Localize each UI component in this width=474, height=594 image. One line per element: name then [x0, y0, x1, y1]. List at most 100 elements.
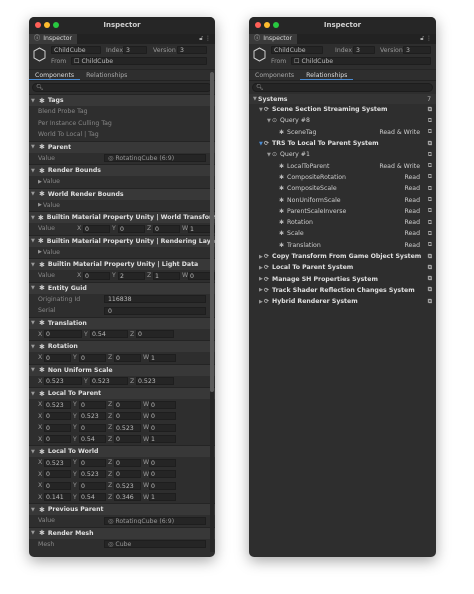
axis-value-field[interactable]: 0 [44, 423, 71, 432]
axis-value-field[interactable]: 0.54 [90, 330, 128, 339]
component-header[interactable]: ▼ ✱ Rotation [29, 340, 215, 352]
open-link-icon[interactable]: ⧉ [428, 185, 432, 193]
open-link-icon[interactable]: ⧉ [428, 286, 432, 294]
axis-value-field[interactable]: 0 [114, 400, 141, 409]
component-access-row[interactable]: ✱ SceneTag Read & Write ⧉ [249, 127, 436, 138]
axis-value-field[interactable]: 0 [118, 224, 145, 233]
component-header[interactable]: ▼ ✱ World Render Bounds [29, 187, 215, 200]
query-row[interactable]: ▼ ⊙ Query #1 ⧉ [249, 149, 436, 160]
axis-value-field[interactable]: 0 [114, 470, 141, 479]
open-link-icon[interactable]: ⧉ [428, 241, 432, 249]
component-search-input[interactable]: 🔍︎ [32, 83, 212, 92]
open-link-icon[interactable]: ⧉ [428, 230, 432, 238]
component-header[interactable]: ▼ ✱ Builtin Material Property Unity | Worl… [29, 211, 215, 223]
value-field[interactable]: 116838 [104, 295, 206, 304]
axis-value-field[interactable]: 0 [114, 412, 141, 421]
axis-value-field[interactable]: 0.523 [44, 377, 82, 386]
from-field[interactable]: ☐ ChildCube [71, 57, 207, 65]
tab-inspector[interactable]: ⓘ Inspector [29, 34, 78, 44]
component-header[interactable]: ▼ ✱ Non Uniform Scale [29, 363, 215, 376]
tab-components[interactable]: Components [29, 70, 81, 80]
axis-value-field[interactable]: 0 [44, 470, 71, 479]
open-link-icon[interactable]: ⧉ [428, 117, 432, 125]
tab-relationships[interactable]: Relationships [300, 70, 354, 80]
component-header[interactable]: ▼ ✱ Translation [29, 316, 215, 329]
minimize-button[interactable] [264, 22, 270, 28]
axis-value-field[interactable]: 0 [149, 400, 176, 409]
system-row[interactable]: ▶ ⟳ Copy Transform From Game Object System… [249, 251, 436, 262]
open-link-icon[interactable]: ⧉ [428, 196, 432, 204]
object-field[interactable]: ◎ RotatingCube (6:9) [104, 154, 206, 163]
vertical-scrollbar[interactable] [210, 72, 214, 552]
axis-value-field[interactable]: 0 [79, 458, 106, 467]
close-button[interactable] [255, 22, 261, 28]
axis-value-field[interactable]: 0 [114, 458, 141, 467]
axis-value-field[interactable]: 0 [44, 481, 71, 490]
component-access-row[interactable]: ✱ ParentScaleInverse Read ⧉ [249, 206, 436, 217]
axis-value-field[interactable]: 0.523 [114, 423, 141, 432]
axis-value-field[interactable]: 1 [149, 493, 176, 502]
entity-name-field[interactable]: ChildCube [271, 46, 323, 54]
axis-value-field[interactable]: 0 [136, 330, 174, 339]
axis-value-field[interactable]: 0 [79, 353, 106, 362]
open-link-icon[interactable]: ⧉ [428, 207, 432, 215]
lock-icon[interactable]: 🔓︎ [420, 35, 424, 42]
axis-value-field[interactable]: 0 [149, 470, 176, 479]
component-header[interactable]: ▼ ✱ Builtin Material Property Unity | Rend… [29, 234, 215, 247]
component-header[interactable]: ▼ ✱ Render Mesh [29, 526, 215, 539]
open-link-icon[interactable]: ⧉ [428, 264, 432, 272]
axis-value-field[interactable]: 0 [44, 412, 71, 421]
open-link-icon[interactable]: ⧉ [428, 275, 432, 283]
axis-value-field[interactable]: 0 [79, 423, 106, 432]
component-header[interactable]: ▼ ✱ Local To Parent [29, 387, 215, 399]
window-titlebar[interactable]: Inspector [249, 17, 436, 34]
axis-value-field[interactable]: 0.523 [79, 470, 106, 479]
axis-value-field[interactable]: 0 [149, 423, 176, 432]
window-titlebar[interactable]: Inspector [29, 17, 215, 34]
version-field[interactable]: 3 [403, 46, 431, 54]
axis-value-field[interactable]: 0 [44, 435, 71, 444]
tab-relationships[interactable]: Relationships [80, 70, 133, 80]
relationship-search-input[interactable]: 🔍︎ [252, 83, 433, 92]
component-access-row[interactable]: ✱ Scale Read ⧉ [249, 228, 436, 239]
query-row[interactable]: ▼ ⊙ Query #8 ⧉ [249, 115, 436, 126]
zoom-button[interactable] [273, 22, 279, 28]
axis-value-field[interactable]: 0.54 [79, 435, 106, 444]
zoom-button[interactable] [53, 22, 59, 28]
component-access-row[interactable]: ✱ LocalToParent Read & Write ⧉ [249, 160, 436, 171]
open-link-icon[interactable]: ⧉ [428, 140, 432, 148]
component-header[interactable]: ▼ ✱ Parent [29, 140, 215, 153]
system-row[interactable]: ▶ ⟳ Manage SH Properties System ⧉ [249, 273, 436, 284]
system-row[interactable]: ▼ ⟳ TRS To Local To Parent System ⧉ [249, 138, 436, 149]
open-link-icon[interactable]: ⧉ [428, 128, 432, 136]
close-button[interactable] [35, 22, 41, 28]
axis-value-field[interactable]: 0 [149, 412, 176, 421]
component-access-row[interactable]: ✱ NonUniformScale Read ⧉ [249, 194, 436, 205]
axis-value-field[interactable]: 0 [79, 481, 106, 490]
axis-value-field[interactable]: 0 [44, 353, 71, 362]
minimize-button[interactable] [44, 22, 50, 28]
object-field[interactable]: ◎ RotatingCube (6:9) [104, 516, 206, 525]
tab-inspector[interactable]: ⓘ Inspector [249, 34, 298, 44]
open-link-icon[interactable]: ⧉ [428, 298, 432, 306]
open-link-icon[interactable]: ⧉ [428, 162, 432, 170]
system-row[interactable]: ▶ ⟳ Local To Parent System ⧉ [249, 262, 436, 273]
open-link-icon[interactable]: ⧉ [428, 253, 432, 261]
axis-value-field[interactable]: 0 [114, 435, 141, 444]
component-header[interactable]: ▼ ✱ Tags [29, 94, 215, 106]
component-access-row[interactable]: ✱ Translation Read ⧉ [249, 240, 436, 251]
axis-value-field[interactable]: 0.523 [114, 481, 141, 490]
axis-value-field[interactable]: 2 [118, 271, 145, 280]
axis-value-field[interactable]: 0 [83, 224, 110, 233]
system-row[interactable]: ▶ ⟳ Hybrid Renderer System ⧉ [249, 296, 436, 307]
scrollbar-thumb[interactable] [210, 72, 214, 392]
open-link-icon[interactable]: ⧉ [428, 173, 432, 181]
axis-value-field[interactable]: 0 [153, 224, 180, 233]
from-field[interactable]: ☐ ChildCube [291, 57, 431, 65]
axis-value-field[interactable]: 0 [79, 400, 106, 409]
open-link-icon[interactable]: ⧉ [428, 151, 432, 159]
axis-value-field[interactable]: 0 [149, 481, 176, 490]
open-link-icon[interactable]: ⧉ [428, 106, 432, 114]
axis-value-field[interactable]: 0.54 [79, 493, 106, 502]
component-access-row[interactable]: ✱ CompositeRotation Read ⧉ [249, 172, 436, 183]
